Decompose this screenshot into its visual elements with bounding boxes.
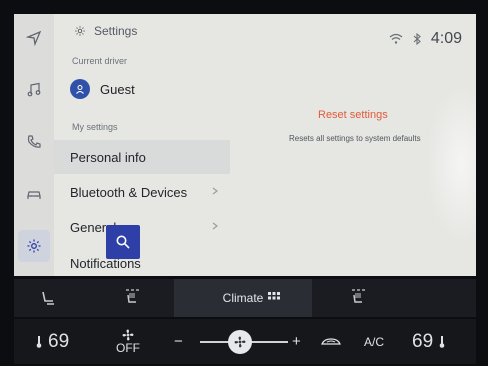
- chevron-right-icon: [212, 187, 218, 195]
- right-temperature[interactable]: 69: [412, 319, 445, 364]
- nav-settings-button[interactable]: [18, 230, 50, 262]
- page-title: Settings: [74, 24, 137, 38]
- driver-name: Guest: [100, 81, 135, 97]
- page-title-text: Settings: [94, 24, 138, 38]
- fan-icon: [234, 336, 246, 348]
- menu-item-bluetooth-devices[interactable]: Bluetooth & Devices: [54, 175, 230, 209]
- seat-heat-right-button[interactable]: [324, 279, 392, 317]
- clock: 4:09: [430, 30, 462, 47]
- fan-off-button[interactable]: OFF: [116, 319, 140, 364]
- ac-button[interactable]: A/C: [364, 319, 384, 364]
- left-temperature[interactable]: 69: [36, 319, 69, 364]
- reset-settings-button[interactable]: Reset settings: [318, 109, 388, 121]
- menu-item-notifications[interactable]: Notifications: [54, 246, 230, 276]
- menu-item-personal-info[interactable]: Personal info: [54, 140, 230, 174]
- fan-speed-knob[interactable]: [228, 330, 252, 354]
- climate-shortcut-bar: Climate: [14, 279, 476, 317]
- nav-phone-button[interactable]: [18, 126, 50, 158]
- avatar: [70, 79, 90, 99]
- nav-navigation-button[interactable]: [18, 22, 50, 54]
- temp-icon: [36, 335, 42, 348]
- bluetooth-icon: [413, 33, 421, 45]
- driver-selector[interactable]: Guest: [70, 79, 135, 99]
- apps-grid-button[interactable]: [240, 279, 308, 317]
- settings-nav-column: Settings Current driver Guest My setting…: [54, 14, 232, 276]
- user-icon: [76, 85, 84, 94]
- car-icon: [27, 191, 41, 199]
- gear-icon: [75, 26, 85, 36]
- current-driver-label: Current driver: [72, 56, 128, 66]
- recirculation-button[interactable]: [320, 319, 342, 364]
- screen-glare: [426, 84, 476, 244]
- right-temp-value: 69: [412, 330, 434, 352]
- seat-recline-button[interactable]: [14, 279, 82, 317]
- recirculation-icon: [321, 337, 341, 345]
- seat-heat-right-icon: [352, 289, 365, 303]
- menu-item-label: Bluetooth & Devices: [70, 184, 188, 200]
- left-nav-rail: [14, 14, 54, 276]
- navigation-icon: [26, 30, 42, 46]
- phone-icon: [27, 135, 41, 148]
- menu-item-general[interactable]: General: [54, 210, 230, 244]
- search-icon: [116, 235, 130, 249]
- grid-icon: [268, 292, 280, 300]
- nav-media-button[interactable]: [18, 74, 50, 106]
- fan-off-label: OFF: [116, 340, 140, 355]
- fan-decrease-button[interactable]: −: [174, 319, 183, 364]
- seat-heat-left-icon: [126, 289, 139, 303]
- reset-settings-description: Resets all settings to system defaults: [289, 134, 421, 143]
- menu-item-label: Personal info: [70, 149, 146, 165]
- gear-icon: [27, 239, 41, 253]
- chevron-right-icon: [212, 222, 218, 230]
- nav-vehicle-button[interactable]: [18, 178, 50, 210]
- climate-control-bar: 69 OFF − + A/C 69: [14, 319, 476, 364]
- wifi-icon: [389, 33, 403, 44]
- seat-recline-icon: [42, 291, 54, 305]
- settings-screen: Settings Current driver Guest My setting…: [14, 14, 476, 276]
- seat-heat-left-button[interactable]: [98, 279, 166, 317]
- search-button[interactable]: [106, 225, 140, 259]
- fan-increase-button[interactable]: +: [292, 319, 301, 364]
- left-temp-value: 69: [48, 330, 70, 352]
- temp-icon: [439, 335, 445, 348]
- my-settings-label: My settings: [72, 122, 118, 132]
- music-icon: [27, 82, 41, 97]
- status-bar: 4:09: [389, 30, 462, 48]
- fan-icon: [122, 329, 134, 340]
